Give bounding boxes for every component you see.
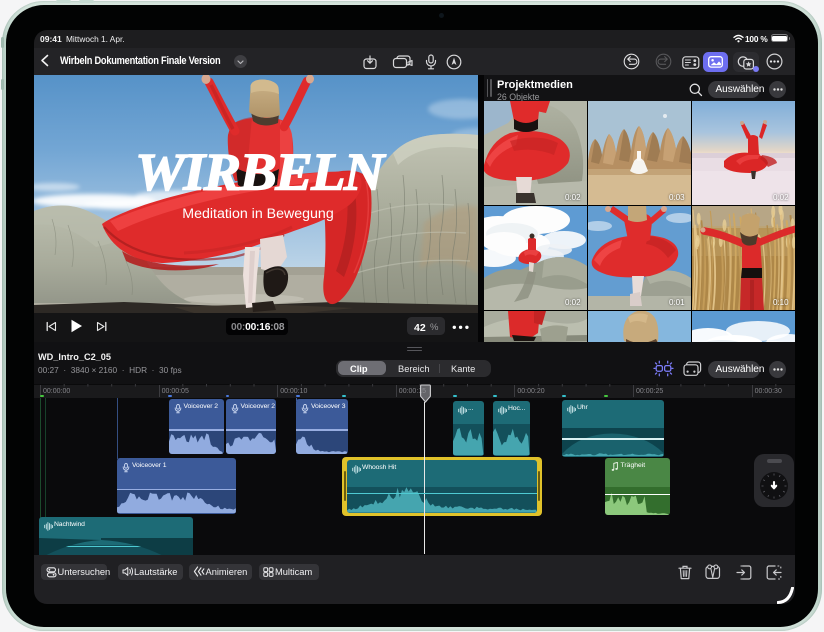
svg-text:WIRBELN: WIRBELN [135, 143, 386, 201]
svg-text:Meditation in Bewegung: Meditation in Bewegung [182, 206, 333, 222]
